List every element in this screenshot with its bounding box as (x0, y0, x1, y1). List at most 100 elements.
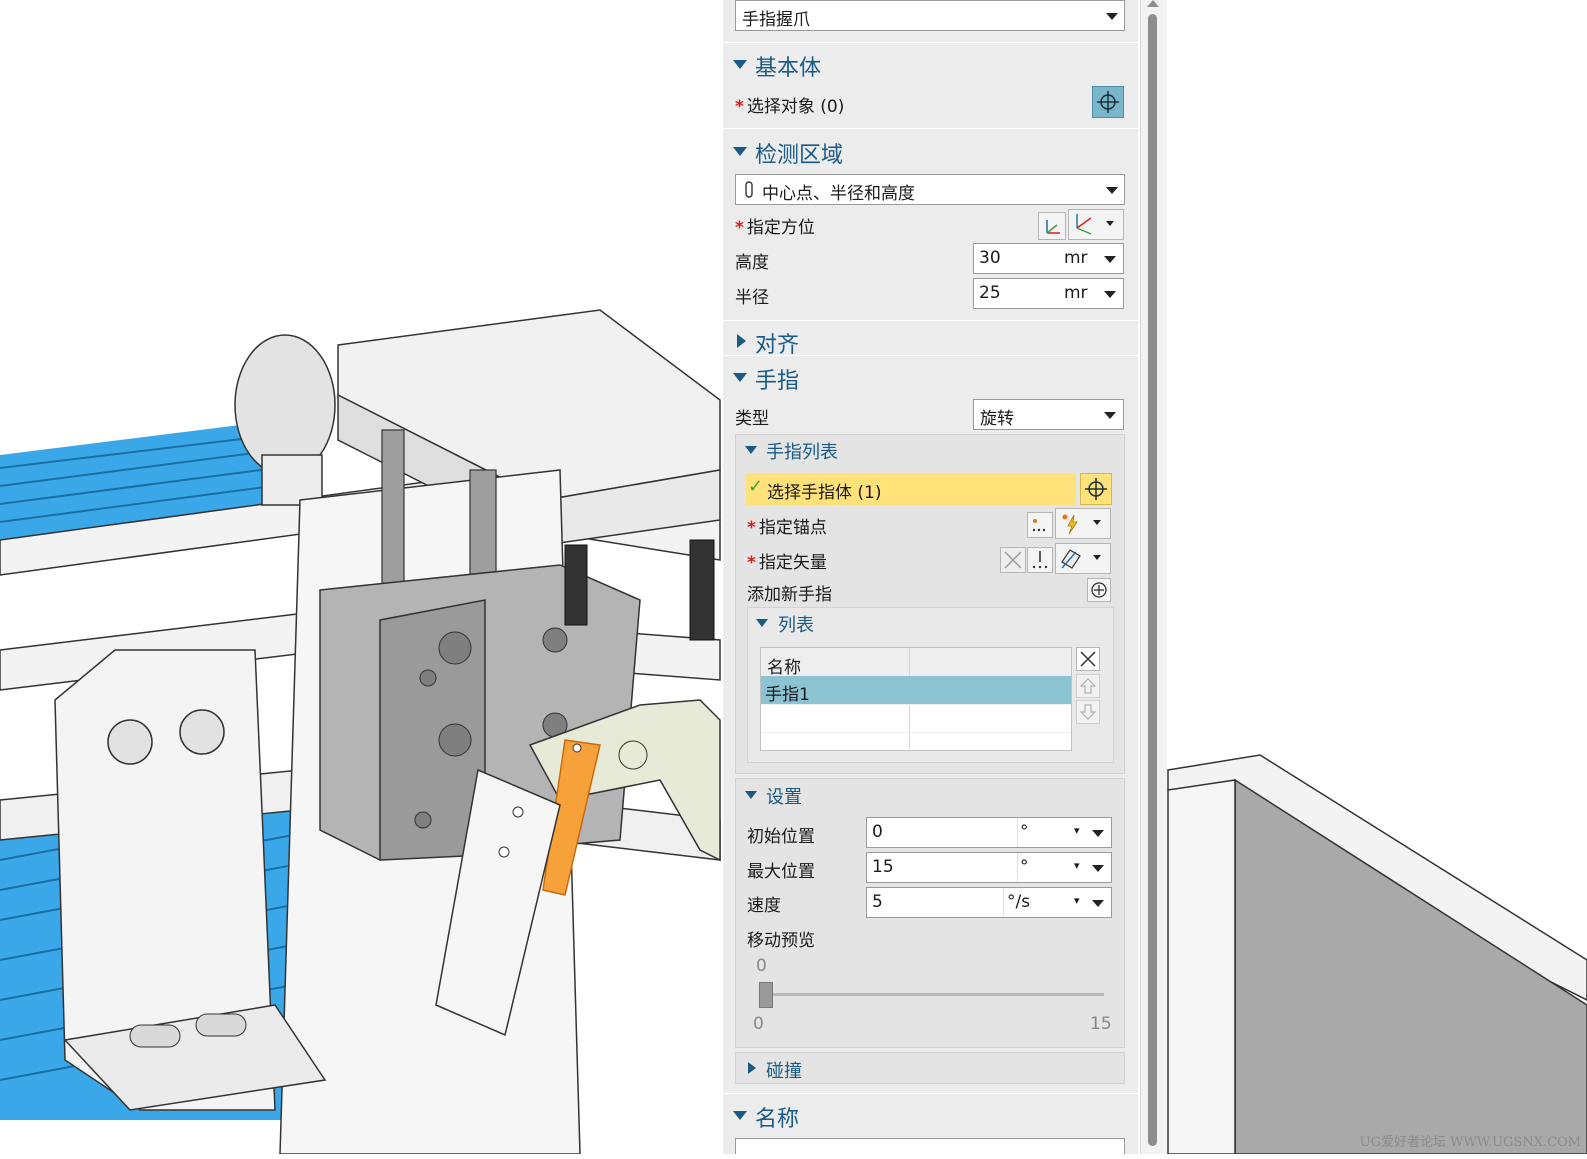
collapse-icon[interactable] (745, 446, 757, 454)
add-finger-button[interactable] (1087, 578, 1111, 602)
select-object-label: * 选择对象 (0) (735, 97, 845, 117)
collapse-icon[interactable] (733, 373, 747, 382)
collapse-icon[interactable] (733, 1111, 747, 1120)
gripper-hole-2 (438, 723, 472, 757)
max-position-field[interactable]: 15 ° ▾ (866, 852, 1112, 883)
preview-slider[interactable] (759, 980, 1104, 1010)
finger-type-dropdown[interactable]: 旋转 (973, 399, 1124, 430)
vector-dialog-button[interactable] (1027, 547, 1053, 573)
move-down-button[interactable] (1076, 700, 1100, 724)
box-floor (1167, 779, 1236, 1155)
collision-title: 碰撞 (766, 1061, 802, 1082)
collapse-icon[interactable] (733, 147, 747, 156)
section-title-detection: 检测区域 (755, 143, 844, 168)
point-dialog-button[interactable] (1027, 512, 1053, 538)
height-label: 高度 (735, 253, 769, 273)
gripper-type-value: 手指握爪 (742, 10, 810, 30)
chevron-down-icon[interactable] (1104, 291, 1116, 298)
anchor-label: * 指定锚点 (747, 518, 827, 538)
jaw-hole-2 (498, 846, 510, 858)
chevron-down-icon (1093, 555, 1101, 560)
detection-method-dropdown[interactable]: 中心点、半径和高度 (735, 174, 1125, 205)
gripper-hole-5 (542, 627, 568, 653)
foot-slot-1 (129, 1024, 181, 1048)
crosshair-icon (1085, 478, 1107, 500)
name-field-top[interactable] (735, 1138, 1125, 1154)
chevron-down-icon (1093, 520, 1101, 525)
chevron-down-icon[interactable] (1092, 830, 1104, 837)
collapse-icon[interactable] (756, 619, 768, 627)
detection-method-value: 中心点、半径和高度 (762, 184, 915, 204)
height-unit[interactable]: mr (1064, 248, 1088, 268)
chevron-down-icon (1106, 221, 1114, 226)
table-cell-name: 手指1 (765, 685, 810, 705)
finger-list-title: 手指列表 (766, 442, 838, 463)
delete-finger-button[interactable] (1076, 647, 1100, 671)
bracket-hole-1 (107, 719, 153, 765)
csys-icon (1046, 220, 1060, 234)
chevron-down-icon[interactable] (1092, 900, 1104, 907)
inferred-point-icon (1062, 514, 1078, 535)
gripper-hole-1 (438, 631, 472, 665)
vector-label: * 指定矢量 (747, 553, 827, 573)
select-object-button[interactable] (1092, 86, 1124, 118)
height-value: 30 (979, 248, 1001, 268)
required-star-icon: * (735, 97, 744, 117)
settings-title: 设置 (766, 787, 802, 808)
orientation-label: * 指定方位 (735, 218, 815, 238)
required-star-icon: * (747, 553, 756, 573)
sensor-1 (564, 544, 588, 626)
radius-field[interactable]: 25 mr (973, 278, 1124, 309)
table-row[interactable]: 手指1 (761, 676, 1071, 705)
crosshair-icon (1097, 91, 1119, 113)
table-header[interactable]: 名称 (761, 648, 1071, 752)
csys-type-button[interactable] (1068, 209, 1124, 240)
scroll-thumb[interactable] (1148, 14, 1157, 1146)
height-field[interactable]: 30 mr (973, 243, 1124, 274)
cylinder-icon (745, 181, 753, 198)
expand-icon[interactable] (748, 1062, 756, 1074)
finger-type-value: 旋转 (980, 409, 1014, 429)
select-finger-body-row[interactable]: ✓ 选择手指体 (1) (746, 473, 1076, 505)
slider-handle[interactable] (759, 982, 773, 1008)
reverse-direction-button[interactable] (1000, 547, 1026, 573)
chevron-down-icon[interactable] (1104, 256, 1116, 263)
required-star-icon: * (747, 518, 756, 538)
move-up-button[interactable] (1076, 674, 1100, 698)
max-position-unit[interactable]: ° (1020, 857, 1029, 877)
select-finger-body-label: 选择手指体 (1) (767, 483, 882, 503)
panel-scrollbar[interactable] (1140, 0, 1167, 1154)
linkage-pin (618, 740, 648, 770)
slider-track[interactable] (759, 993, 1104, 996)
reverse-direction-icon (1004, 551, 1022, 569)
speed-value: 5 (872, 892, 883, 912)
finger-table[interactable]: 名称 手指1 (760, 647, 1072, 752)
slider-value: 0 (756, 956, 767, 976)
collapse-icon[interactable] (745, 791, 757, 799)
initial-position-unit[interactable]: ° (1020, 822, 1029, 842)
chevron-down-icon[interactable] (1092, 865, 1104, 872)
arrow-down-icon (1079, 704, 1097, 720)
radius-value: 25 (979, 283, 1001, 303)
small-chevron-icon[interactable]: ▾ (1074, 859, 1080, 872)
collapse-icon[interactable] (733, 60, 747, 69)
vector-type-button[interactable] (1055, 543, 1111, 574)
slider-max-label: 15 (1090, 1014, 1112, 1034)
expand-icon[interactable] (737, 334, 746, 348)
table-header-name[interactable]: 名称 (767, 653, 801, 678)
speed-unit[interactable]: °/s (1007, 892, 1030, 912)
preview-label: 移动预览 (747, 931, 815, 951)
csys-dialog-button[interactable] (1038, 212, 1066, 240)
gripper-type-dropdown[interactable]: 手指握爪 (735, 0, 1125, 31)
scroll-up-icon[interactable] (1147, 0, 1159, 7)
section-title-basic-body: 基本体 (755, 56, 822, 81)
select-finger-body-button[interactable] (1080, 473, 1112, 505)
speed-field[interactable]: 5 °/s ▾ (866, 887, 1112, 918)
small-chevron-icon[interactable]: ▾ (1074, 824, 1080, 837)
small-chevron-icon[interactable]: ▾ (1074, 894, 1080, 907)
initial-position-field[interactable]: 0 ° ▾ (866, 817, 1112, 848)
add-finger-label: 添加新手指 (747, 585, 832, 605)
required-star-icon: * (735, 218, 744, 238)
point-type-button[interactable] (1055, 508, 1111, 539)
radius-unit[interactable]: mr (1064, 283, 1088, 303)
